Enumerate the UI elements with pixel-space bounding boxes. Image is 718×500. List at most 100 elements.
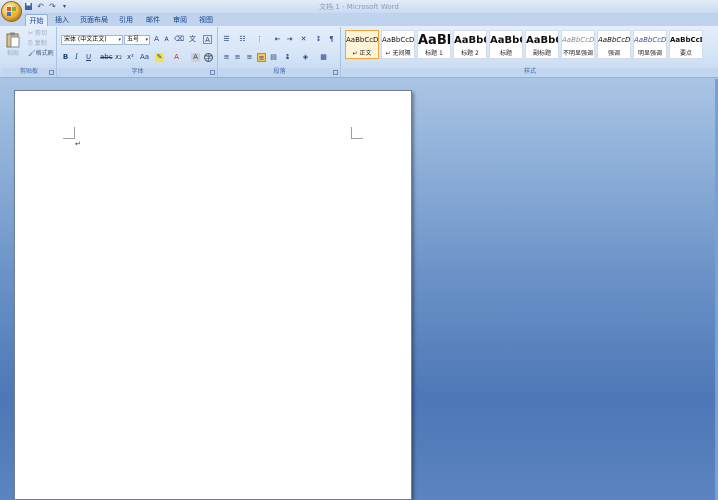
clear-formatting-icon[interactable]: ⌫ <box>174 35 184 44</box>
style-item[interactable]: AaBb 标题 1 <box>417 30 451 59</box>
style-item[interactable]: AaBbCcDd 强调 <box>597 30 631 59</box>
style-sample: AaBbC <box>526 35 558 46</box>
chinese-layout-icon[interactable]: ✕ <box>299 35 308 44</box>
tab-home[interactable]: 开始 <box>25 14 48 26</box>
character-shading-icon[interactable]: A <box>191 53 200 62</box>
clipboard-launcher-icon[interactable] <box>49 70 54 75</box>
font-color-icon[interactable]: A <box>172 53 181 62</box>
align-left-icon[interactable]: ≡ <box>222 53 231 62</box>
chevron-down-icon[interactable]: ▾ <box>145 36 148 44</box>
office-logo-icon <box>7 7 17 17</box>
style-sample: AaBbC <box>454 35 486 46</box>
style-item[interactable]: AaBbCcDd 不明显强调 <box>561 30 595 59</box>
style-name: 不明显强调 <box>562 50 593 57</box>
increase-indent-icon[interactable]: ⇥ <box>285 35 294 44</box>
chevron-down-icon[interactable]: ▾ <box>118 36 121 44</box>
bullets-icon[interactable]: ☰ <box>222 35 231 44</box>
clipboard-group: 粘贴 ✂ 剪切 ⎘ 复制 🖌格式刷 剪贴板 <box>2 27 57 77</box>
tab-view[interactable]: 视图 <box>196 14 216 26</box>
bold-icon[interactable]: B <box>61 53 70 62</box>
borders-icon[interactable]: ▦ <box>319 53 328 62</box>
font-name-combo[interactable]: 宋体 (中文正文) ▾ <box>61 35 123 45</box>
line-spacing-icon[interactable]: ↨ <box>283 53 292 62</box>
style-name: 要点 <box>679 50 692 57</box>
font-name-value: 宋体 (中文正文) <box>64 36 107 43</box>
style-name: 标题 <box>499 50 512 57</box>
font-group-label: 字体 <box>58 68 217 76</box>
undo-icon[interactable]: ↶ <box>36 2 45 11</box>
ribbon-tabs: 开始 插入 页面布局 引用 邮件 审阅 视图 <box>0 13 718 26</box>
cut-button[interactable]: ✂ 剪切 <box>28 30 47 38</box>
grow-font-icon[interactable]: A <box>152 35 161 44</box>
office-button[interactable] <box>1 1 22 22</box>
cut-label: 剪切 <box>34 30 47 37</box>
tab-insert[interactable]: 插入 <box>52 14 72 26</box>
font-group: 宋体 (中文正文) ▾ 五号 ▾ A A ⌫ 文 A B I U abc x₂ x²… <box>58 27 218 77</box>
document-page[interactable]: ↵ <box>14 90 412 500</box>
quick-access-toolbar: ↶ ↷ ▾ <box>24 1 69 12</box>
save-icon[interactable] <box>24 2 33 11</box>
font-size-value: 五号 <box>127 36 140 43</box>
style-sample: AaBbCcDd <box>634 36 666 44</box>
style-sample: AaBbCcDd <box>670 36 702 44</box>
copy-button[interactable]: ⎘ 复制 <box>28 40 47 48</box>
ribbon: 粘贴 ✂ 剪切 ⎘ 复制 🖌格式刷 剪贴板 宋体 (中文正文) ▾ 五号 ▾ A A… <box>0 26 718 78</box>
window-title: 文档 1 - Microsoft Word <box>319 3 399 11</box>
title-bar: 文档 1 - Microsoft Word <box>0 0 718 13</box>
clipboard-group-label: 剪贴板 <box>2 68 56 76</box>
style-item[interactable]: AaBbC 标题 2 <box>453 30 487 59</box>
character-border-icon[interactable]: A <box>203 35 212 44</box>
style-item[interactable]: AaBbCcDd ↵ 正文 <box>345 30 379 59</box>
paragraph-mark: ↵ <box>75 140 81 148</box>
style-item[interactable]: AaBbCcDd 要点 <box>669 30 703 59</box>
style-sample: AaBb <box>418 33 450 48</box>
tab-mailings[interactable]: 邮件 <box>143 14 163 26</box>
italic-icon[interactable]: I <box>72 53 81 62</box>
tab-references[interactable]: 引用 <box>116 14 136 26</box>
style-item[interactable]: AaBbC 标题 <box>489 30 523 59</box>
align-center-icon[interactable]: ≡ <box>233 53 242 62</box>
enclose-characters-icon[interactable]: 字 <box>204 53 213 62</box>
customize-qat-chevron-icon[interactable]: ▾ <box>60 2 69 11</box>
margin-crop-mark-right <box>351 127 363 139</box>
justify-icon[interactable]: ≡ <box>257 53 266 62</box>
paste-button[interactable]: 粘贴 <box>7 50 19 58</box>
font-launcher-icon[interactable] <box>210 70 215 75</box>
style-sample: AaBbC <box>490 35 522 46</box>
format-painter-button[interactable]: 🖌格式刷 <box>28 50 54 58</box>
sort-icon[interactable]: ↕ <box>314 35 323 44</box>
subscript-icon[interactable]: x₂ <box>114 53 123 62</box>
style-name: ↵ 正文 <box>352 50 372 57</box>
multilevel-list-icon[interactable]: ⋮ <box>255 35 264 44</box>
style-item[interactable]: AaBbCcDd 明显强调 <box>633 30 667 59</box>
style-item[interactable]: AaBbCcDd ↵ 无间隔 <box>381 30 415 59</box>
styles-group: AaBbCcDd ↵ 正文 AaBbCcDd ↵ 无间隔 AaBb 标题 1 AaBbC 标题… <box>342 27 718 77</box>
highlight-icon[interactable]: ✎ <box>155 53 164 62</box>
format-painter-label: 格式刷 <box>35 50 54 57</box>
style-name: 标题 2 <box>461 50 479 57</box>
show-marks-icon[interactable]: ¶ <box>327 35 336 44</box>
font-size-combo[interactable]: 五号 ▾ <box>124 35 150 45</box>
underline-icon[interactable]: U <box>84 53 93 62</box>
redo-icon[interactable]: ↷ <box>48 2 57 11</box>
styles-group-label: 样式 <box>342 68 718 76</box>
paragraph-group-label: 段落 <box>219 68 340 76</box>
tab-review[interactable]: 审阅 <box>170 14 190 26</box>
distributed-icon[interactable]: ▤ <box>269 53 278 62</box>
margin-crop-mark-left <box>63 127 75 139</box>
style-name: 强调 <box>607 50 620 57</box>
shrink-font-icon[interactable]: A <box>162 35 171 44</box>
numbering-icon[interactable]: ☷ <box>238 35 247 44</box>
strikethrough-icon[interactable]: abc <box>100 53 113 62</box>
change-case-icon[interactable]: Aa <box>140 53 149 62</box>
paste-icon[interactable] <box>6 32 20 48</box>
style-item[interactable]: AaBbC 副标题 <box>525 30 559 59</box>
superscript-icon[interactable]: x² <box>126 53 135 62</box>
decrease-indent-icon[interactable]: ⇤ <box>273 35 282 44</box>
tab-page-layout[interactable]: 页面布局 <box>78 14 110 26</box>
phonetic-guide-icon[interactable]: 文 <box>188 35 197 44</box>
shading-icon[interactable]: ◈ <box>301 53 310 62</box>
paragraph-launcher-icon[interactable] <box>333 70 338 75</box>
align-right-icon[interactable]: ≡ <box>245 53 254 62</box>
style-sample: AaBbCcDd <box>562 36 594 44</box>
